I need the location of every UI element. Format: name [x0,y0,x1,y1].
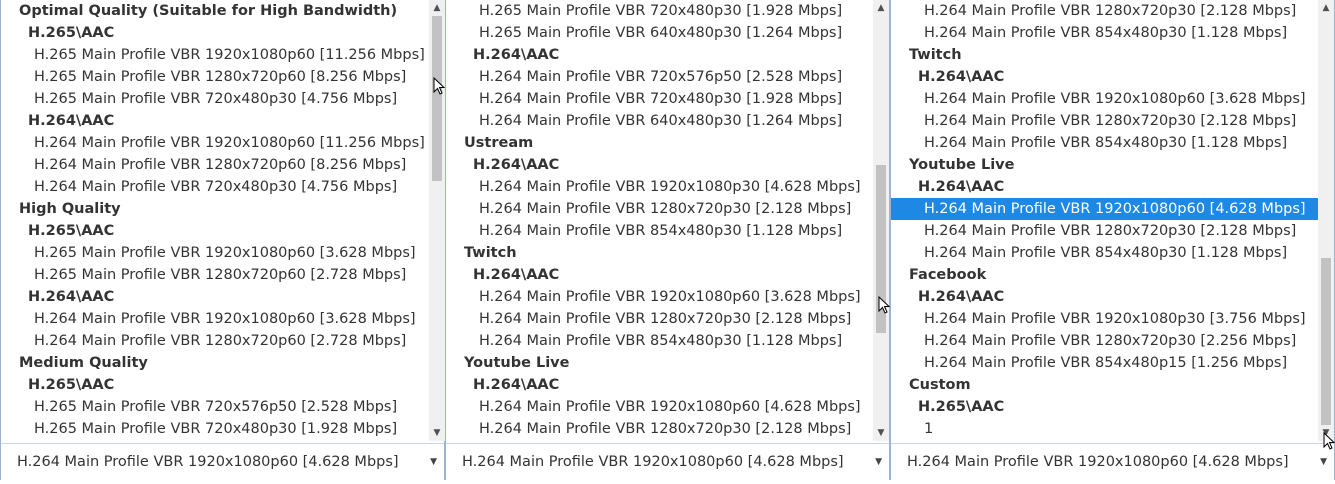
list-scrollbar[interactable]: ▲ ▼ [873,0,889,441]
preset-option[interactable]: 1 [891,418,1318,440]
chevron-down-icon[interactable]: ▼ [875,444,882,480]
dropdown-selected-value: H.264 Main Profile VBR 1920x1080p60 [4.6… [17,454,399,470]
mouse-pointer-icon [878,296,890,314]
codec-group-header: H.265\AAC [28,377,115,393]
preset-option[interactable]: H.264 Main Profile VBR 1920x1080p30 [4.6… [446,176,873,198]
codec-group-header: H.265\AAC [28,223,115,239]
preset-option[interactable]: H.264 Main Profile VBR 854x480p30 [1.128… [891,242,1318,264]
preset-option[interactable]: H.264 Main Profile VBR 854x480p30 [1.128… [891,22,1318,44]
codec-group-header: H.264\AAC [473,157,560,173]
list-scrollbar[interactable]: ▲ ▼ [1318,0,1334,441]
encoder-preset-selector-3: H.264 Main Profile VBR 1280x720p30 [2.12… [890,0,1335,480]
preset-option[interactable]: H.264 Main Profile VBR 720x480p30 [4.756… [1,176,429,198]
preset-list[interactable]: H.265 Main Profile VBR 720x480p30 [1.928… [446,0,873,441]
category-header: Medium Quality [19,355,148,371]
dropdown-selected-value: H.264 Main Profile VBR 1920x1080p60 [4.6… [462,454,844,470]
category-header: Youtube Live [909,157,1015,173]
preset-option[interactable]: H.264 Main Profile VBR 1280x720p60 [8.25… [1,154,429,176]
scroll-down-arrow-icon[interactable]: ▼ [873,425,889,441]
scroll-up-arrow-icon[interactable]: ▲ [429,0,445,16]
category-header: Optimal Quality (Suitable for High Bandw… [19,3,398,19]
preset-list-rows: H.264 Main Profile VBR 1280x720p30 [2.12… [891,0,1318,440]
preset-option[interactable]: H.265 Main Profile VBR 720x480p30 [1.928… [446,0,873,22]
preset-list-rows: H.265 Main Profile VBR 720x480p30 [1.928… [446,0,873,440]
category-header: Twitch [464,245,517,261]
scroll-up-arrow-icon[interactable]: ▲ [873,0,889,16]
preset-option[interactable]: H.265 Main Profile VBR 720x576p50 [2.528… [1,396,429,418]
codec-group-header: H.264\AAC [918,289,1005,305]
preset-option[interactable]: H.264 Main Profile VBR 1280x720p30 [2.12… [446,198,873,220]
preset-option[interactable]: H.264 Main Profile VBR 1280x720p30 [2.12… [446,418,873,440]
preset-option[interactable]: H.264 Main Profile VBR 1280x720p30 [2.12… [891,110,1318,132]
preset-option[interactable]: H.264 Main Profile VBR 854x480p30 [1.128… [891,132,1318,154]
preset-option[interactable]: H.264 Main Profile VBR 720x480p30 [1.928… [446,88,873,110]
preset-option[interactable]: H.264 Main Profile VBR 854x480p30 [1.128… [446,330,873,352]
preset-option[interactable]: H.265 Main Profile VBR 720x480p30 [4.756… [1,88,429,110]
preset-option[interactable]: H.264 Main Profile VBR 1920x1080p60 [4.6… [891,198,1318,220]
preset-option[interactable]: H.265 Main Profile VBR 1280x720p60 [2.72… [1,264,429,286]
preset-option[interactable]: H.264 Main Profile VBR 640x480p30 [1.264… [446,110,873,132]
codec-group-header: H.264\AAC [918,179,1005,195]
scrollbar-thumb[interactable] [1321,258,1331,425]
codec-group-header: H.264\AAC [473,267,560,283]
preset-option[interactable]: H.264 Main Profile VBR 1920x1080p60 [4.6… [446,396,873,418]
chevron-down-icon[interactable]: ▼ [430,444,437,480]
preset-dropdown[interactable]: H.264 Main Profile VBR 1920x1080p60 [4.6… [446,443,889,480]
codec-group-header: H.264\AAC [28,113,115,129]
category-header: High Quality [19,201,121,217]
category-header: Facebook [909,267,987,283]
preset-dropdown[interactable]: H.264 Main Profile VBR 1920x1080p60 [4.6… [891,443,1334,480]
preset-option[interactable]: H.264 Main Profile VBR 1920x1080p60 [3.6… [446,286,873,308]
scroll-down-arrow-icon[interactable]: ▼ [429,425,445,441]
codec-group-header: H.265\AAC [28,25,115,41]
category-header: Youtube Live [464,355,570,371]
mouse-pointer-icon [433,77,445,95]
dropdown-selected-value: H.264 Main Profile VBR 1920x1080p60 [4.6… [907,454,1289,470]
preset-option[interactable]: H.265 Main Profile VBR 1920x1080p60 [11.… [1,44,429,66]
preset-option[interactable]: H.264 Main Profile VBR 1280x720p30 [2.12… [891,0,1318,22]
preset-option[interactable]: H.264 Main Profile VBR 1920x1080p60 [11.… [1,132,429,154]
preset-list[interactable]: H.264 Main Profile VBR 1280x720p30 [2.12… [891,0,1318,441]
scrollbar-thumb[interactable] [432,16,442,181]
category-header: Custom [909,377,971,393]
encoder-preset-selector-2: H.265 Main Profile VBR 720x480p30 [1.928… [445,0,890,480]
preset-option[interactable]: H.264 Main Profile VBR 1280x720p30 [2.12… [891,220,1318,242]
preset-option[interactable]: H.264 Main Profile VBR 1280x720p60 [2.72… [1,330,429,352]
category-header: Twitch [909,47,962,63]
preset-option[interactable]: H.264 Main Profile VBR 1920x1080p60 [3.6… [1,308,429,330]
preset-list-rows: Optimal Quality (Suitable for High Bandw… [1,0,429,440]
preset-dropdown[interactable]: H.264 Main Profile VBR 1920x1080p60 [4.6… [1,443,444,480]
preset-option[interactable]: H.265 Main Profile VBR 1280x720p60 [8.25… [1,66,429,88]
preset-option[interactable]: H.265 Main Profile VBR 1920x1080p60 [3.6… [1,242,429,264]
preset-option[interactable]: H.264 Main Profile VBR 1920x1080p30 [3.7… [891,308,1318,330]
codec-group-header: H.264\AAC [473,47,560,63]
preset-option[interactable]: H.264 Main Profile VBR 854x480p15 [1.256… [891,352,1318,374]
codec-group-header: H.264\AAC [28,289,115,305]
codec-group-header: H.264\AAC [918,69,1005,85]
preset-option[interactable]: H.264 Main Profile VBR 1280x720p30 [2.25… [891,330,1318,352]
category-header: Ustream [464,135,534,151]
encoder-preset-selector-1: Optimal Quality (Suitable for High Bandw… [0,0,445,480]
preset-option[interactable]: H.264 Main Profile VBR 854x480p30 [1.128… [446,220,873,242]
preset-option[interactable]: H.265 Main Profile VBR 720x480p30 [1.928… [1,418,429,440]
scroll-up-arrow-icon[interactable]: ▲ [1318,0,1334,16]
codec-group-header: H.265\AAC [918,399,1005,415]
preset-option[interactable]: H.264 Main Profile VBR 720x576p50 [2.528… [446,66,873,88]
list-scrollbar[interactable]: ▲ ▼ [429,0,445,441]
preset-option[interactable]: H.264 Main Profile VBR 1920x1080p60 [3.6… [891,88,1318,110]
codec-group-header: H.264\AAC [473,377,560,393]
preset-option[interactable]: H.264 Main Profile VBR 1280x720p30 [2.12… [446,308,873,330]
preset-option[interactable]: H.265 Main Profile VBR 640x480p30 [1.264… [446,22,873,44]
preset-list[interactable]: Optimal Quality (Suitable for High Bandw… [1,0,429,441]
mouse-pointer-icon [1323,432,1335,450]
